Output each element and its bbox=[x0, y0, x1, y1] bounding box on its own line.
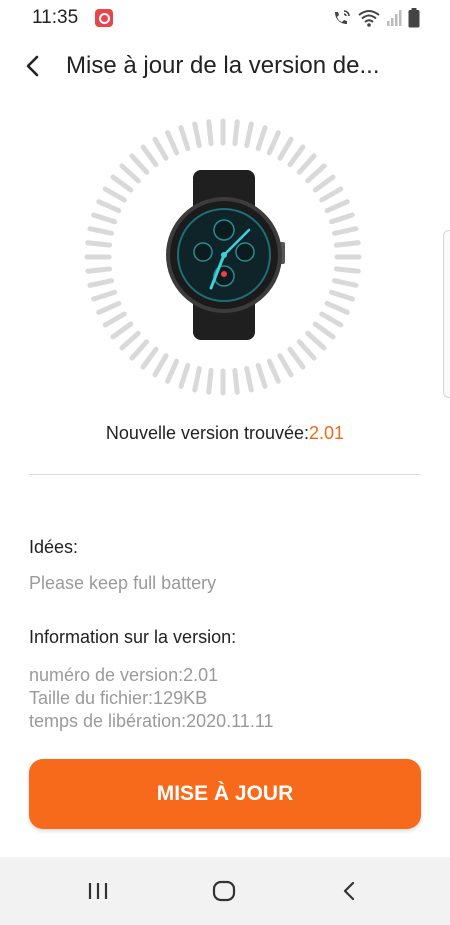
smartwatch-image bbox=[166, 170, 285, 340]
dial-tick bbox=[232, 119, 240, 147]
navigation-bar bbox=[0, 857, 450, 925]
dial-tick bbox=[324, 300, 350, 315]
dial-tick bbox=[85, 266, 113, 274]
recent-apps-icon bbox=[88, 883, 108, 899]
status-icons bbox=[332, 8, 420, 28]
dial-tick bbox=[244, 366, 254, 393]
dial-tick bbox=[328, 212, 355, 225]
dial-tick bbox=[87, 278, 114, 288]
version-info-label: Information sur la version: bbox=[29, 627, 237, 647]
notification-icon bbox=[95, 9, 113, 27]
dial-tick bbox=[305, 330, 327, 351]
back-button[interactable] bbox=[16, 48, 52, 84]
home-button[interactable] bbox=[206, 873, 242, 909]
dial-tick bbox=[192, 121, 202, 148]
dial-tick bbox=[85, 240, 113, 248]
edge-panel-handle[interactable] bbox=[443, 230, 450, 398]
signal-icon bbox=[387, 10, 402, 26]
dial-tick bbox=[140, 144, 159, 168]
dial-tick bbox=[165, 358, 180, 384]
dial-tick bbox=[319, 311, 344, 328]
dial-tick bbox=[277, 136, 294, 161]
dial-tick bbox=[255, 125, 268, 152]
dial-tick bbox=[96, 199, 122, 214]
battery-icon bbox=[408, 8, 420, 28]
tips-text: Please keep full battery bbox=[29, 573, 217, 593]
dial-tick bbox=[255, 362, 268, 389]
dial-tick bbox=[319, 186, 344, 203]
dial-tick bbox=[324, 199, 350, 214]
version-number: numéro de version:2.01 bbox=[29, 665, 219, 685]
wifi-icon bbox=[358, 10, 380, 27]
dial-tick bbox=[312, 321, 336, 340]
dial-tick bbox=[332, 278, 359, 288]
dial-tick bbox=[305, 163, 327, 184]
page-title: Mise à jour de la version de... bbox=[66, 52, 380, 79]
back-nav-button[interactable] bbox=[332, 873, 368, 909]
dial-tick bbox=[277, 353, 294, 378]
new-version-found: Nouvelle version trouvée:2.01 bbox=[0, 423, 450, 444]
dial-tick bbox=[333, 240, 361, 248]
dial-tick bbox=[102, 186, 127, 203]
dial-tick bbox=[91, 212, 118, 225]
dial-tick bbox=[165, 130, 180, 156]
dial-tick bbox=[332, 226, 359, 236]
dial-tick bbox=[296, 339, 317, 361]
dial-tick bbox=[91, 289, 118, 302]
tips-label: Idées: bbox=[29, 537, 79, 557]
dial-tick bbox=[244, 121, 254, 148]
dial-tick bbox=[178, 362, 191, 389]
dial-tick bbox=[266, 358, 281, 384]
app-bar: Mise à jour de la version de... bbox=[0, 40, 450, 96]
dial-tick bbox=[287, 346, 306, 370]
dial-tick bbox=[87, 226, 114, 236]
wifi-calling-icon bbox=[335, 10, 350, 24]
dial-tick bbox=[206, 367, 214, 395]
dial-tick bbox=[152, 136, 169, 161]
back-nav-icon bbox=[343, 881, 355, 901]
release-date: temps de libération:2020.11.11 bbox=[29, 711, 274, 731]
dial-tick bbox=[333, 266, 361, 274]
dial-tick bbox=[328, 289, 355, 302]
dial-tick bbox=[296, 153, 317, 175]
update-button[interactable]: MISE À JOUR bbox=[29, 759, 421, 829]
found-version-value: 2.01 bbox=[309, 423, 345, 443]
recent-apps-button[interactable] bbox=[80, 873, 116, 909]
file-size: Taille du fichier:129KB bbox=[29, 688, 208, 708]
dial-tick bbox=[119, 163, 141, 184]
dial-tick bbox=[312, 174, 336, 193]
found-label: Nouvelle version trouvée: bbox=[105, 423, 310, 443]
dial-tick bbox=[102, 311, 127, 328]
dial-tick bbox=[266, 130, 281, 156]
dial-tick bbox=[152, 353, 169, 378]
dial-tick bbox=[192, 366, 202, 393]
divider bbox=[29, 474, 421, 475]
dial-tick bbox=[178, 125, 191, 152]
dial-tick bbox=[206, 119, 214, 147]
dial-tick bbox=[119, 330, 141, 351]
dial-tick bbox=[287, 144, 306, 168]
dial-tick bbox=[129, 339, 150, 361]
status-time: 11:35 bbox=[32, 7, 79, 28]
dial-tick bbox=[140, 346, 159, 370]
home-icon bbox=[212, 880, 236, 902]
dial-tick bbox=[96, 300, 122, 315]
chevron-left-icon bbox=[26, 55, 39, 77]
dial-tick bbox=[110, 174, 134, 193]
status-bar: 11:35 bbox=[0, 0, 450, 36]
dial-tick bbox=[129, 153, 150, 175]
dial-tick bbox=[110, 321, 134, 340]
dial-tick bbox=[232, 367, 240, 395]
